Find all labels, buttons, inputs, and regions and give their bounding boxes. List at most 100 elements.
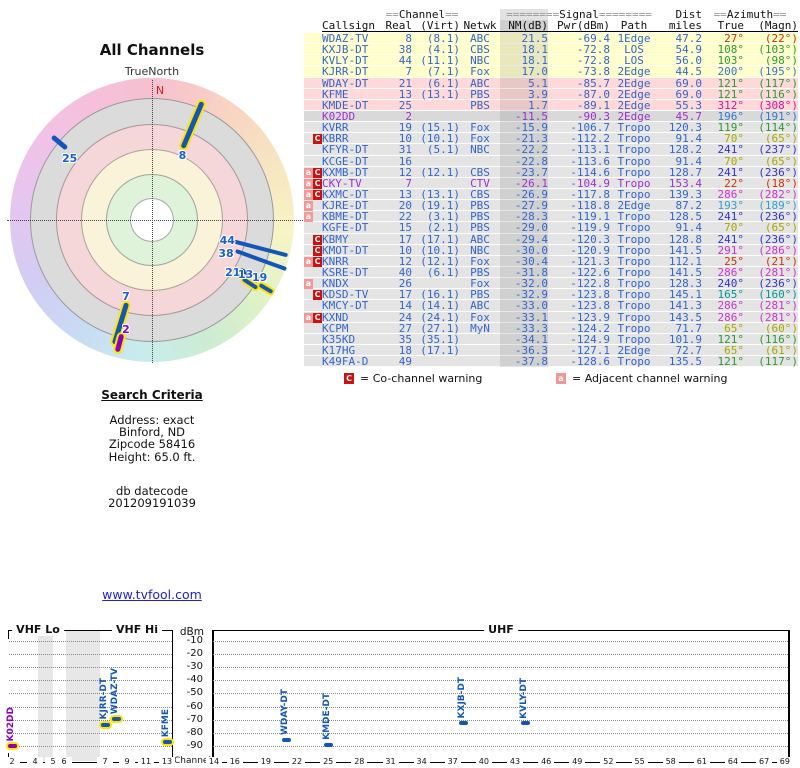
x-axis-tick-label: 31: [382, 757, 399, 766]
signal-bar-label-WDAY-DT: WDAY-DT: [280, 689, 291, 736]
cell-virt: (2.1): [426, 222, 460, 234]
gridline-uhf: [213, 732, 788, 734]
y-axis-tick-label: -50: [186, 687, 203, 699]
warning-gutter: aC: [304, 178, 322, 189]
cell-miles: 55.3: [675, 99, 703, 111]
cell-miles: 153.4: [668, 177, 702, 189]
cell-true-azimuth: 70°: [724, 222, 744, 234]
cell-callsign: KJRR-DT: [322, 66, 369, 78]
gridline-vhf: [9, 732, 172, 734]
cell-real: 38: [398, 44, 412, 56]
cell-magn-azimuth: (65°): [764, 155, 798, 167]
cell-callsign: CKY-TV: [322, 177, 362, 189]
radar-plot: 25 8 44 38 21 13 19 7 2: [7, 75, 303, 365]
warning-gutter: aC: [304, 211, 322, 223]
cell-pwr-dbm: -69.4: [576, 33, 610, 45]
signal-bar-label-KXJB-DT: KXJB-DT: [456, 676, 467, 719]
cell-network: [460, 345, 500, 356]
radar-spoke-label-ch7: 7: [122, 289, 130, 303]
cell-path: Tropo: [617, 311, 651, 323]
x-axis-tick-label: 5: [45, 757, 61, 766]
cell-virt: (15.1): [420, 122, 460, 134]
cell-pwr-dbm: -73.8: [576, 66, 610, 78]
col-netwk: Netwk: [463, 20, 497, 32]
warning-gutter: aC: [304, 289, 322, 301]
cell-real: 8: [405, 33, 412, 45]
cell-path: Tropo: [617, 188, 651, 201]
cell-true-azimuth: 241°: [717, 166, 745, 178]
warning-gutter: aC: [304, 189, 322, 200]
cell-path: 2Edge: [617, 200, 651, 212]
adjacent-channel-warning-icon: a: [304, 212, 313, 223]
x-axis-tick-label: 52: [600, 757, 617, 766]
radar-spoke-label-ch19: 19: [252, 271, 268, 285]
cell-real: 27: [398, 322, 412, 334]
cell-virt: (5.1): [426, 144, 460, 156]
cell-network: [460, 356, 500, 367]
cell-network: PBS: [470, 266, 490, 279]
table-row: aCKDSD-TV 17 (16.1) PBS -32.9 -123.8 Tropo 145.…: [304, 289, 798, 301]
col-virt: (Virt): [420, 20, 460, 32]
cell-pwr-dbm: -123.9: [570, 311, 610, 323]
table-row: aCKJRE-DT 20 (19.1) PBS -27.9 -118.8 2Edge 87.2…: [304, 200, 798, 212]
table-row: aCWDAY-DT 21 (6.1) ABC 5.1 -85.7 2Edge 69.0 121°…: [304, 77, 798, 89]
gridline-uhf: [213, 641, 788, 642]
x-axis-tick-label: 28: [351, 757, 368, 766]
cell-real: 31: [398, 144, 412, 156]
cell-callsign: KVLY-DT: [322, 55, 369, 67]
cell-network: [460, 334, 500, 345]
cell-callsign: WDAZ-TV: [322, 33, 369, 45]
cell-pwr-dbm: -90.3: [576, 110, 610, 123]
cell-miles: 128.5: [668, 211, 702, 223]
cell-nm-db: -33.0: [500, 300, 548, 312]
cell-miles: 139.3: [668, 188, 702, 201]
cell-real: 35: [398, 333, 412, 345]
cell-nm-db: -27.9: [500, 200, 548, 212]
cell-pwr-dbm: -124.9: [570, 333, 610, 345]
cell-path: Tropo: [617, 322, 651, 334]
cell-real: 26: [398, 278, 412, 290]
cell-true-azimuth: 286°: [717, 311, 745, 323]
radar-title: All Channels: [99, 41, 205, 59]
gridline-uhf: [213, 706, 788, 708]
warning-gutter: aC: [304, 222, 322, 233]
cell-real: 15: [398, 222, 412, 234]
x-axis-tick-label: 64: [725, 757, 741, 766]
cell-true-azimuth: 65°: [724, 322, 744, 334]
cell-network: [460, 156, 500, 167]
cell-path: Tropo: [617, 333, 651, 345]
cell-true-azimuth: 286°: [717, 300, 745, 312]
gridline-uhf: [213, 745, 788, 747]
cell-real: 16: [398, 155, 412, 167]
cell-virt: [412, 156, 460, 167]
tvfool-link[interactable]: www.tvfool.com: [102, 587, 202, 602]
cell-callsign: KGFE-DT: [322, 222, 369, 234]
gridline-vhf: [9, 667, 172, 669]
co-channel-warning-icon: C: [313, 256, 322, 267]
cell-callsign: KCGE-DT: [322, 155, 369, 167]
x-axis-tick-label: 37: [444, 757, 461, 766]
gridline-uhf: [213, 654, 788, 656]
cell-true-azimuth: 241°: [717, 144, 745, 156]
fm-gap-band: [66, 631, 100, 761]
cell-network: PBS: [470, 99, 490, 111]
cell-miles: 135.5: [668, 356, 702, 368]
warning-gutter: aC: [304, 78, 322, 89]
cell-true-azimuth: 121°: [717, 88, 745, 100]
cell-miles: 47.2: [675, 33, 703, 45]
cell-path: 2Edge: [617, 88, 651, 100]
cell-magn-azimuth: (65°): [764, 133, 798, 145]
cell-nm-db: -21.3: [500, 133, 548, 145]
table-row: a C KNRR 12 (12.1) Fox -30.4 -121.3 Tropo 112.1 25…: [304, 255, 798, 267]
cell-callsign: KNDX: [322, 278, 349, 290]
warning-gutter: aC: [304, 312, 322, 323]
cell-true-azimuth: 286°: [717, 266, 745, 279]
cell-callsign: K49FA-D: [322, 356, 369, 368]
table-row: aCKXJB-DT 38 (4.1) CBS 18.1 -72.8 LOS 54.9 108° (…: [304, 44, 798, 56]
signal-bar-KFME: [162, 739, 172, 744]
cell-nm-db: 5.1: [500, 77, 548, 89]
cell-network: Fox: [470, 278, 490, 290]
cell-virt: (16.1): [420, 289, 460, 301]
radar-north-axis-line: [151, 80, 153, 363]
warning-gutter: aC: [304, 245, 322, 256]
